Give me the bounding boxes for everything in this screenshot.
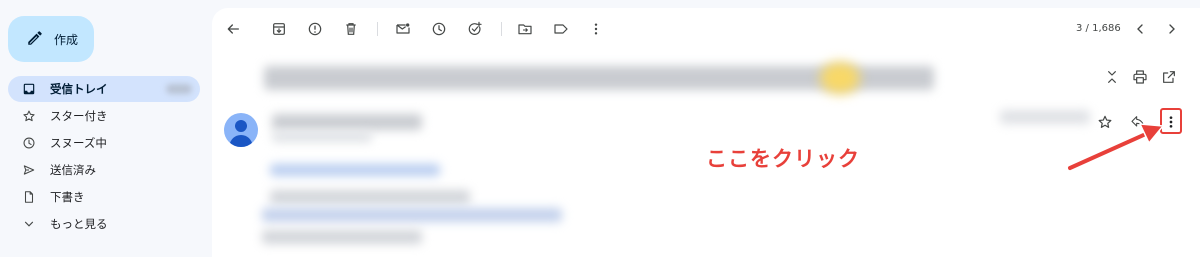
add-task-icon[interactable]: [466, 20, 484, 38]
sidebar-item-starred[interactable]: スター付き: [8, 103, 200, 129]
pencil-icon: [26, 29, 44, 50]
report-spam-icon[interactable]: [306, 20, 324, 38]
print-icon[interactable]: [1131, 68, 1149, 86]
chevron-down-icon: [22, 217, 36, 231]
delete-icon[interactable]: [342, 20, 360, 38]
sidebar-nav: 受信トレイ スター付き スヌーズ中 送信済み 下書き もっと見る: [8, 76, 200, 238]
body-line-blurred: [262, 208, 562, 222]
sender-name-blurred: [272, 114, 422, 130]
sidebar-item-inbox[interactable]: 受信トレイ: [8, 76, 200, 102]
annotation-text: ここをクリック: [706, 147, 860, 171]
body-line-blurred: [262, 230, 422, 244]
compose-button[interactable]: 作成: [8, 16, 94, 62]
more-vert-icon[interactable]: [587, 20, 605, 38]
sidebar: 作成 受信トレイ スター付き スヌーズ中 送信済み 下書き もっと見る: [0, 0, 210, 257]
reply-icon[interactable]: [1129, 113, 1147, 131]
avatar: [224, 113, 258, 147]
highlight-box: [1160, 108, 1182, 134]
sidebar-item-label: もっと見る: [50, 217, 108, 231]
sidebar-item-label: 送信済み: [50, 163, 96, 177]
sidebar-item-label: スター付き: [50, 109, 108, 123]
body-line-blurred: [270, 190, 470, 204]
next-icon[interactable]: [1163, 20, 1181, 38]
send-icon: [22, 163, 36, 177]
toolbar: 3 / 1,686: [212, 8, 1200, 50]
recipient-blurred: [272, 132, 372, 142]
pagination-count: 3 / 1,686: [1076, 23, 1121, 34]
message-view: 3 / 1,686: [212, 8, 1200, 257]
sidebar-item-label: 下書き: [50, 190, 85, 204]
unread-count-badge: [166, 84, 192, 94]
collapse-all-icon[interactable]: [1103, 68, 1121, 86]
move-to-icon[interactable]: [516, 20, 534, 38]
sidebar-item-label: 受信トレイ: [50, 82, 108, 96]
snooze-icon[interactable]: [430, 20, 448, 38]
toolbar-divider: [377, 22, 378, 36]
mark-unread-icon[interactable]: [394, 20, 412, 38]
inbox-icon: [22, 82, 36, 96]
star-icon: [22, 109, 36, 123]
sidebar-item-sent[interactable]: 送信済み: [8, 157, 200, 183]
open-new-window-icon[interactable]: [1160, 68, 1178, 86]
archive-icon[interactable]: [270, 20, 288, 38]
sidebar-item-label: スヌーズ中: [50, 136, 107, 150]
compose-label: 作成: [54, 32, 79, 47]
prev-icon[interactable]: [1131, 20, 1149, 38]
label-icon[interactable]: [552, 20, 570, 38]
star-icon[interactable]: [1096, 113, 1114, 131]
date-blurred: [1000, 110, 1090, 124]
sidebar-item-snoozed[interactable]: スヌーズ中: [8, 130, 200, 156]
clock-icon: [22, 136, 36, 150]
body-line-blurred: [270, 164, 440, 176]
back-arrow-icon[interactable]: [224, 20, 242, 38]
toolbar-divider: [501, 22, 502, 36]
draft-icon: [22, 190, 36, 204]
sidebar-item-drafts[interactable]: 下書き: [8, 184, 200, 210]
sidebar-item-more[interactable]: もっと見る: [8, 211, 200, 237]
subject-emoji-blurred: [820, 62, 860, 94]
